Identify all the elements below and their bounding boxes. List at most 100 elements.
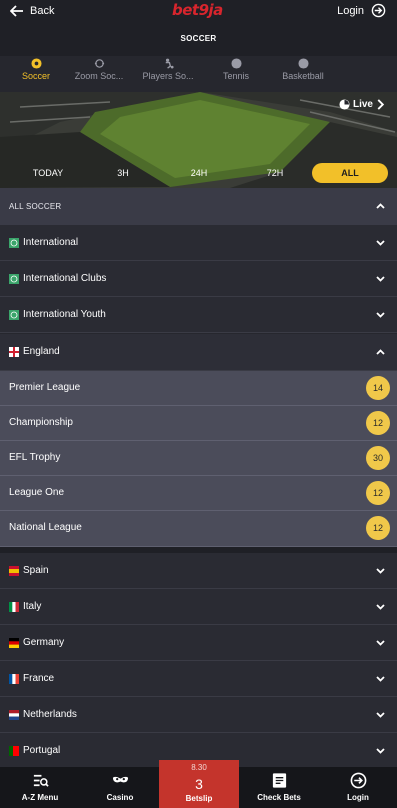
zoom-soccer-icon — [94, 59, 104, 68]
login-label: Login — [337, 4, 364, 17]
filter-all[interactable]: ALL — [312, 163, 388, 183]
england-flag-icon — [9, 347, 19, 357]
group-label: International — [23, 237, 79, 248]
az-menu-icon — [33, 774, 49, 787]
basketball-icon — [297, 58, 309, 69]
group-label: Spain — [23, 565, 49, 576]
login-nav-label: Login — [347, 793, 369, 802]
group-label: Germany — [23, 637, 65, 648]
chevron-down-icon — [376, 712, 385, 718]
chevron-down-icon — [376, 240, 385, 246]
match-count-badge: 30 — [366, 446, 390, 470]
casino-label: Casino — [106, 793, 134, 802]
az-menu-button[interactable]: A-Z Menu — [11, 767, 69, 808]
match-count-badge: 12 — [366, 516, 390, 540]
filter-72h[interactable]: 72H — [259, 163, 291, 183]
world-flag-icon — [9, 238, 19, 248]
live-button[interactable]: Live — [339, 99, 373, 110]
tab-players-soccer[interactable]: Players So... — [132, 56, 204, 92]
tab-zoom-soccer[interactable]: Zoom Soc... — [63, 56, 135, 92]
arrow-left-icon — [10, 5, 23, 17]
top-bar: Back bet9ja Login SOCCER — [0, 0, 397, 56]
group-france[interactable]: France — [0, 661, 397, 697]
tennis-ball-icon — [230, 58, 242, 69]
chevron-right-icon[interactable] — [377, 99, 385, 110]
live-label: Live — [352, 99, 373, 110]
group-international-clubs[interactable]: International Clubs — [0, 261, 397, 297]
group-label: Portugal — [23, 745, 61, 756]
live-icon — [339, 99, 350, 110]
group-label: International Youth — [23, 309, 106, 320]
league-label: EFL Trophy — [9, 452, 61, 463]
group-label: Netherlands — [23, 709, 77, 720]
login-icon — [371, 3, 386, 18]
chevron-up-icon — [376, 349, 385, 355]
match-count-badge: 12 — [366, 481, 390, 505]
check-bets-label: Check Bets — [257, 793, 301, 802]
chevron-down-icon — [376, 276, 385, 282]
tab-soccer[interactable]: Soccer — [0, 56, 72, 92]
chevron-down-icon — [376, 604, 385, 610]
filter-today[interactable]: TODAY — [27, 163, 69, 183]
filter-3h[interactable]: 3H — [108, 163, 138, 183]
soccer-ball-icon — [30, 58, 42, 69]
netherlands-flag-icon — [9, 710, 19, 720]
betslip-count: 3 — [195, 776, 203, 792]
all-soccer-header[interactable]: ALL SOCCER — [0, 188, 397, 225]
league-efl-trophy[interactable]: EFL Trophy 30 — [0, 441, 397, 476]
league-premier-league[interactable]: Premier League 14 — [0, 371, 397, 406]
group-italy[interactable]: Italy — [0, 589, 397, 625]
league-label: National League — [9, 522, 82, 533]
betslip-button[interactable]: 8.30 3 Betslip — [159, 760, 239, 808]
casino-mask-icon — [112, 776, 128, 783]
time-filters: TODAY 3H 24H 72H ALL — [0, 161, 397, 185]
login-button[interactable]: Login — [337, 2, 386, 19]
back-label: Back — [30, 5, 55, 17]
league-championship[interactable]: Championship 12 — [0, 406, 397, 441]
az-menu-label: A-Z Menu — [21, 793, 59, 802]
league-league-one[interactable]: League One 12 — [0, 476, 397, 511]
chevron-down-icon — [376, 640, 385, 646]
league-label: Premier League — [9, 382, 81, 393]
back-button[interactable]: Back — [10, 3, 54, 19]
group-germany[interactable]: Germany — [0, 625, 397, 661]
germany-flag-icon — [9, 638, 19, 648]
tab-tennis[interactable]: Tennis — [200, 56, 272, 92]
chevron-down-icon — [376, 748, 385, 754]
group-netherlands[interactable]: Netherlands — [0, 697, 397, 733]
group-label: France — [23, 673, 55, 684]
check-bets-button[interactable]: Check Bets — [250, 767, 308, 808]
brand-logo[interactable]: bet9ja — [172, 1, 223, 19]
casino-button[interactable]: Casino — [92, 767, 148, 808]
check-bets-icon — [272, 773, 286, 788]
group-label: Italy — [23, 601, 42, 612]
page-title: SOCCER — [180, 34, 217, 43]
group-international-youth[interactable]: International Youth — [0, 297, 397, 333]
league-label: Championship — [9, 417, 73, 428]
login-nav-button[interactable]: Login — [330, 767, 386, 808]
login-icon — [350, 772, 366, 789]
italy-flag-icon — [9, 602, 19, 612]
chevron-down-icon — [376, 312, 385, 318]
stadium-banner: Live TODAY 3H 24H 72H ALL — [0, 92, 397, 188]
filter-24h[interactable]: 24H — [183, 163, 215, 183]
betslip-label: Betslip — [185, 794, 213, 803]
world-flag-icon — [9, 274, 19, 284]
tab-basketball[interactable]: Basketball — [267, 56, 339, 92]
sport-tabs: Soccer Zoom Soc... Players So... Tennis … — [0, 56, 397, 92]
all-soccer-label: ALL SOCCER — [9, 202, 62, 211]
group-international[interactable]: International — [0, 225, 397, 261]
chevron-down-icon — [376, 568, 385, 574]
group-label: England — [23, 346, 60, 357]
group-england[interactable]: England — [0, 334, 397, 371]
group-label: International Clubs — [23, 273, 107, 284]
league-label: League One — [9, 487, 65, 498]
portugal-flag-icon — [9, 746, 19, 756]
league-national-league[interactable]: National League 12 — [0, 511, 397, 547]
spain-flag-icon — [9, 566, 19, 576]
chevron-up-icon — [376, 203, 385, 209]
world-flag-icon — [9, 310, 19, 320]
chevron-down-icon — [376, 676, 385, 682]
group-spain[interactable]: Spain — [0, 553, 397, 589]
match-count-badge: 12 — [366, 411, 390, 435]
